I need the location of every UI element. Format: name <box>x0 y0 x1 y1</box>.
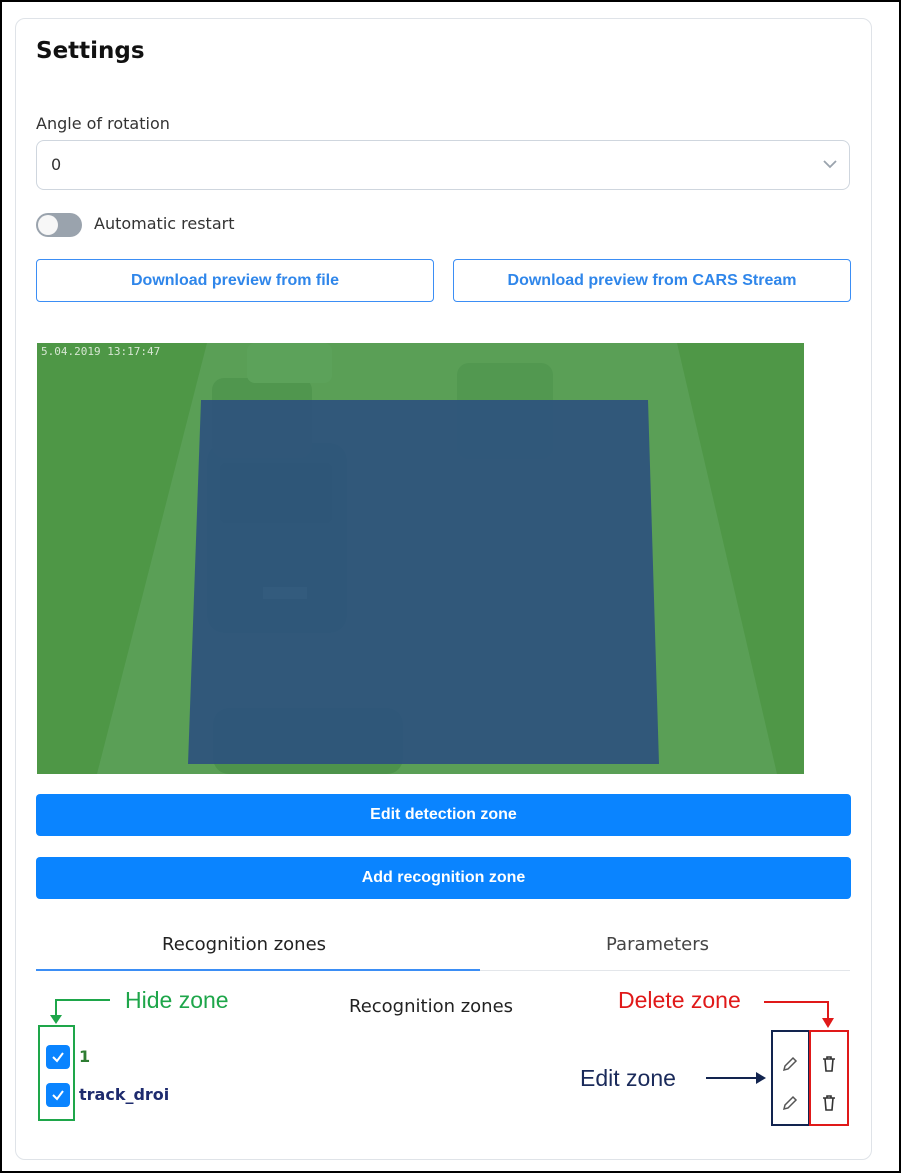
annotation-hide-zone: Hide zone <box>125 987 229 1013</box>
trash-icon[interactable] <box>819 1093 839 1113</box>
zones-heading: Recognition zones <box>349 996 514 1017</box>
recognition-zone <box>188 400 659 764</box>
download-preview-file-button[interactable]: Download preview from file <box>36 259 434 302</box>
angle-select-value: 0 <box>51 155 62 174</box>
active-tab-indicator <box>36 969 480 971</box>
angle-select[interactable]: 0 <box>36 140 850 190</box>
check-icon <box>52 1090 64 1101</box>
edit-pencil-icon[interactable] <box>780 1054 800 1074</box>
check-icon <box>52 1052 64 1063</box>
trash-icon[interactable] <box>819 1054 839 1074</box>
edit-detection-zone-button[interactable]: Edit detection zone <box>36 794 851 836</box>
tab-parameters[interactable]: Parameters <box>606 934 709 955</box>
zone-checkbox[interactable] <box>46 1045 70 1069</box>
page-title: Settings <box>36 38 145 64</box>
tab-recognition-zones[interactable]: Recognition zones <box>162 934 326 955</box>
annotation-delete-zone: Delete zone <box>618 987 741 1013</box>
download-preview-cars-button[interactable]: Download preview from CARS Stream <box>453 259 851 302</box>
camera-preview[interactable]: 5.04.2019 13:17:47 <box>37 343 804 774</box>
tab-divider <box>480 970 850 971</box>
zone-name: track_droi <box>79 1085 170 1104</box>
annotation-edit-zone: Edit zone <box>580 1065 676 1091</box>
preview-timestamp: 5.04.2019 13:17:47 <box>41 345 160 358</box>
chevron-down-icon <box>823 160 837 169</box>
auto-restart-toggle[interactable] <box>36 213 82 237</box>
add-recognition-zone-button[interactable]: Add recognition zone <box>36 857 851 899</box>
edit-pencil-icon[interactable] <box>780 1093 800 1113</box>
auto-restart-label: Automatic restart <box>94 214 235 233</box>
zone-name: 1 <box>79 1047 91 1066</box>
angle-label: Angle of rotation <box>36 114 170 133</box>
toggle-knob <box>38 215 58 235</box>
zone-checkbox[interactable] <box>46 1083 70 1107</box>
